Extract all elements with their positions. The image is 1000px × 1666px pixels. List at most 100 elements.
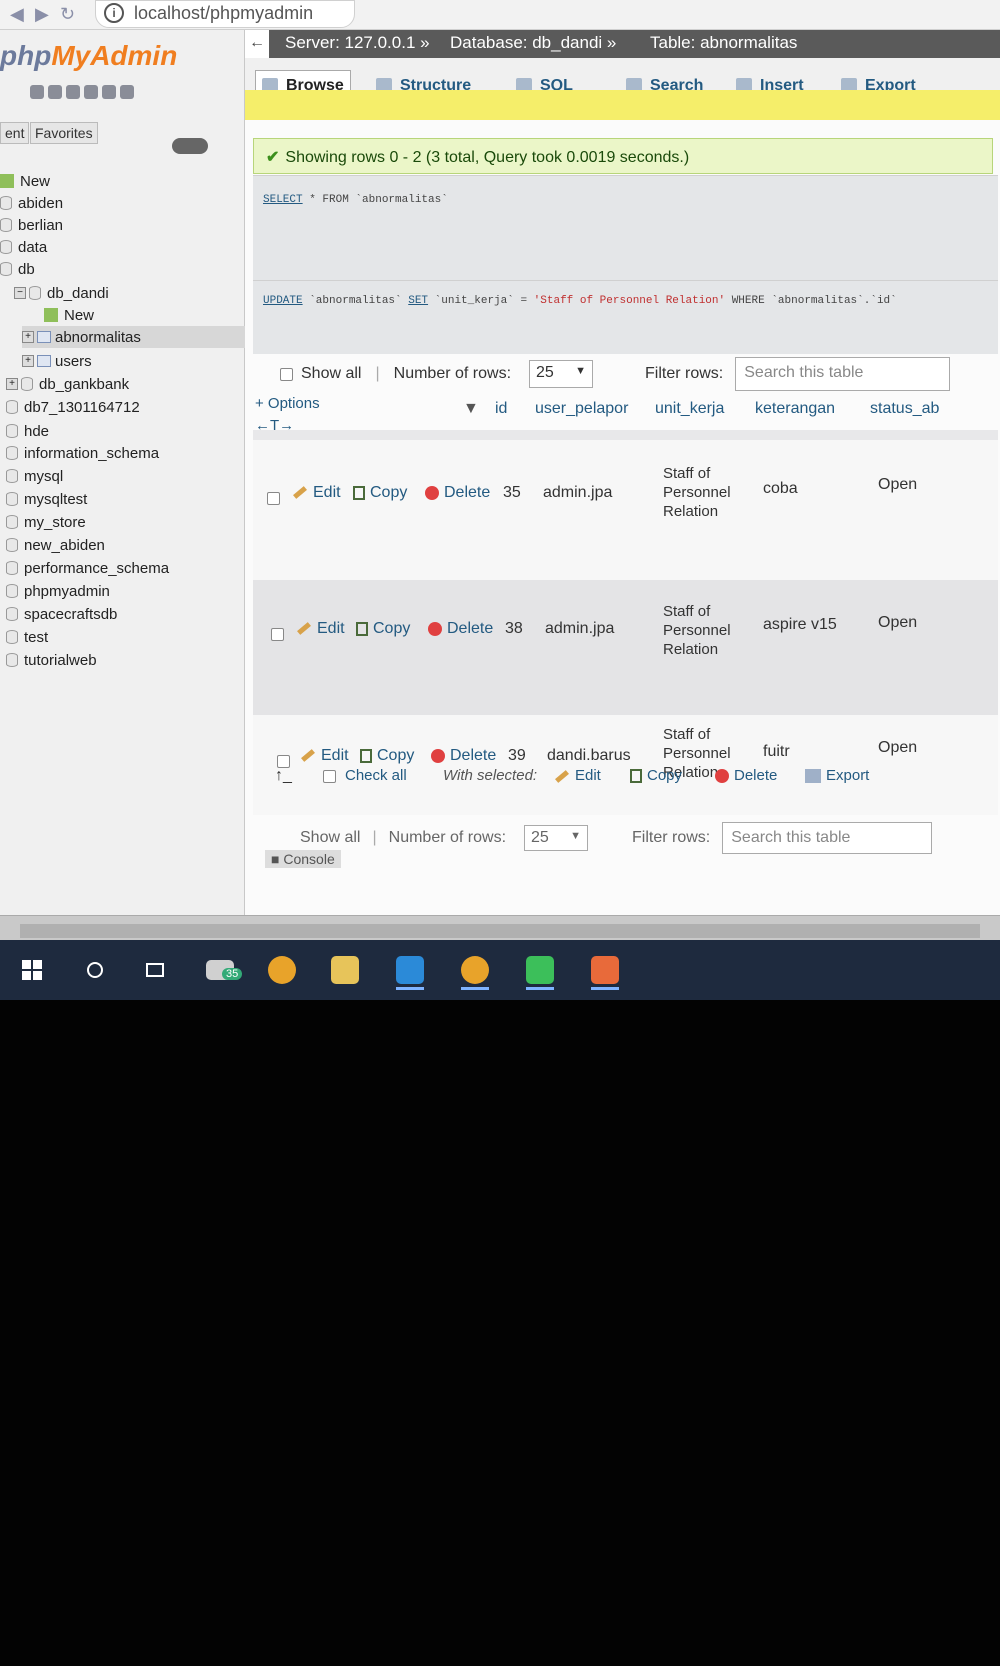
delete-link[interactable]: Delete	[428, 620, 493, 638]
tree-item-tutorialweb[interactable]: tutorialweb	[6, 649, 97, 671]
collapse-icon[interactable]: −	[14, 287, 26, 299]
bulk-edit-button[interactable]: Edit	[555, 767, 601, 784]
check-all-label[interactable]: Check all	[345, 767, 407, 784]
address-bar[interactable]: i localhost/phpmyadmin	[95, 0, 355, 28]
home-icon[interactable]	[30, 85, 44, 99]
xampp-icon[interactable]	[585, 950, 625, 990]
info-icon[interactable]: i	[104, 3, 124, 23]
cell-id[interactable]: 38	[505, 620, 523, 638]
cell-keterangan[interactable]: aspire v15	[763, 616, 837, 634]
bulk-copy-button[interactable]: Copy	[630, 767, 682, 784]
logout-icon[interactable]	[48, 85, 62, 99]
tree-item-mysqltest[interactable]: mysqltest	[6, 488, 87, 510]
filter-rows-input[interactable]: Search this table	[735, 357, 951, 391]
chrome-icon[interactable]	[455, 950, 495, 990]
tree-item-db7[interactable]: db7_1301164712	[6, 396, 140, 418]
row-checkbox[interactable]	[267, 492, 280, 505]
tree-item-db-dandi[interactable]: − db_dandi	[14, 282, 109, 304]
copy-link[interactable]: Copy	[360, 747, 414, 765]
scrollbar-thumb[interactable]	[20, 924, 980, 938]
rows-per-page-select[interactable]: 25 ▼	[529, 360, 594, 388]
bulk-delete-button[interactable]: Delete	[715, 767, 777, 784]
cell-id[interactable]: 39	[508, 747, 526, 765]
reload-icon[interactable]: ↻	[60, 4, 75, 25]
expand-icon[interactable]: +	[22, 331, 34, 343]
line-app-icon[interactable]	[520, 950, 560, 990]
edit-link[interactable]: Edit	[301, 747, 349, 765]
expand-icon[interactable]: +	[22, 355, 34, 367]
show-all-label[interactable]: Show all	[300, 829, 360, 847]
cell-keterangan[interactable]: coba	[763, 480, 798, 498]
breadcrumb-table[interactable]: Table: abnormalitas	[650, 33, 797, 53]
tree-item-new-abiden[interactable]: new_abiden	[6, 534, 105, 556]
row-checkbox[interactable]	[271, 628, 284, 641]
rows-per-page-select[interactable]: 25 ▼	[524, 825, 589, 851]
tree-item-abiden[interactable]: abiden	[0, 192, 63, 214]
query-window-icon[interactable]	[66, 85, 80, 99]
breadcrumb-database[interactable]: Database: db_dandi »	[450, 33, 616, 53]
tree-item-hde[interactable]: hde	[6, 420, 49, 442]
tree-item-spacecraftsdb[interactable]: spacecraftsdb	[6, 603, 117, 625]
phpmyadmin-logo[interactable]: phpMyAdmin	[0, 40, 177, 72]
vscode-icon[interactable]	[390, 950, 430, 990]
tab-favorites[interactable]: Favorites	[30, 122, 98, 144]
column-header-status[interactable]: status_ab	[870, 400, 939, 418]
tree-item-db-gankbank[interactable]: + db_gankbank	[6, 373, 129, 395]
tree-item-berlian[interactable]: berlian	[0, 214, 63, 236]
forward-arrow-icon[interactable]: ▶	[35, 4, 49, 25]
tree-item-information-schema[interactable]: information_schema	[6, 442, 159, 464]
cell-keterangan[interactable]: fuitr	[763, 743, 790, 761]
cell-status[interactable]: Open	[878, 614, 917, 632]
back-arrow-icon[interactable]: ◀	[10, 4, 24, 25]
options-link[interactable]: + Options	[255, 395, 320, 412]
cell-status[interactable]: Open	[878, 476, 917, 494]
docs-icon[interactable]	[84, 85, 98, 99]
cell-unit-kerja[interactable]: Staff of Personnel Relation	[663, 602, 731, 659]
tree-item-my-store[interactable]: my_store	[6, 511, 86, 533]
cell-status[interactable]: Open	[878, 739, 917, 757]
column-header-keterangan[interactable]: keterangan	[755, 400, 835, 418]
delete-link[interactable]: Delete	[431, 747, 496, 765]
console-toggle[interactable]: ■ Console	[265, 850, 341, 868]
cell-user-pelapor[interactable]: dandi.barus	[547, 747, 631, 765]
column-header-id[interactable]: id	[495, 400, 507, 418]
tab-recent[interactable]: ent	[0, 122, 30, 144]
tree-item-test[interactable]: test	[6, 626, 48, 648]
mail-icon[interactable]: 35	[200, 950, 243, 990]
tree-item-data[interactable]: data	[0, 236, 47, 258]
edit-link[interactable]: Edit	[297, 620, 345, 638]
check-all-checkbox[interactable]	[323, 770, 336, 783]
tree-item-performance-schema[interactable]: performance_schema	[6, 557, 169, 579]
reload-nav-icon[interactable]	[120, 85, 134, 99]
chrome-icon[interactable]	[262, 950, 302, 990]
sort-arrow-icon[interactable]: ▼	[463, 400, 479, 418]
cell-user-pelapor[interactable]: admin.jpa	[543, 484, 612, 502]
search-icon[interactable]	[75, 950, 115, 990]
tree-item-db[interactable]: db	[0, 258, 35, 280]
cell-user-pelapor[interactable]: admin.jpa	[545, 620, 614, 638]
link-collapse-icon[interactable]	[172, 138, 208, 154]
tree-item-new-table[interactable]: New	[44, 304, 94, 326]
tree-item-users[interactable]: + users	[22, 350, 92, 372]
select-query[interactable]: SELECT * FROM `abnormalitas`	[263, 194, 448, 206]
expand-icon[interactable]: +	[6, 378, 18, 390]
task-view-icon[interactable]	[135, 950, 175, 990]
delete-link[interactable]: Delete	[425, 484, 490, 502]
cell-unit-kerja[interactable]: Staff of Personnel Relation	[663, 464, 731, 521]
filter-rows-input[interactable]: Search this table	[722, 822, 933, 854]
windows-start-icon[interactable]	[12, 950, 52, 990]
tree-item-mysql[interactable]: mysql	[6, 465, 63, 487]
collapse-nav-arrow-icon[interactable]: ←	[245, 30, 269, 58]
edit-link[interactable]: Edit	[293, 484, 341, 502]
column-header-unit-kerja[interactable]: unit_kerja	[655, 400, 724, 418]
copy-link[interactable]: Copy	[356, 620, 410, 638]
tree-item-phpmyadmin[interactable]: phpmyadmin	[6, 580, 110, 602]
cell-id[interactable]: 35	[503, 484, 521, 502]
breadcrumb-server[interactable]: Server: 127.0.0.1 »	[285, 33, 430, 53]
file-explorer-icon[interactable]	[325, 950, 365, 990]
copy-link[interactable]: Copy	[353, 484, 407, 502]
show-all-checkbox[interactable]	[280, 367, 293, 381]
update-query[interactable]: UPDATE `abnormalitas` SET `unit_kerja` =…	[263, 295, 897, 307]
tree-item-abnormalitas[interactable]: + abnormalitas	[22, 326, 245, 348]
settings-icon[interactable]	[102, 85, 116, 99]
